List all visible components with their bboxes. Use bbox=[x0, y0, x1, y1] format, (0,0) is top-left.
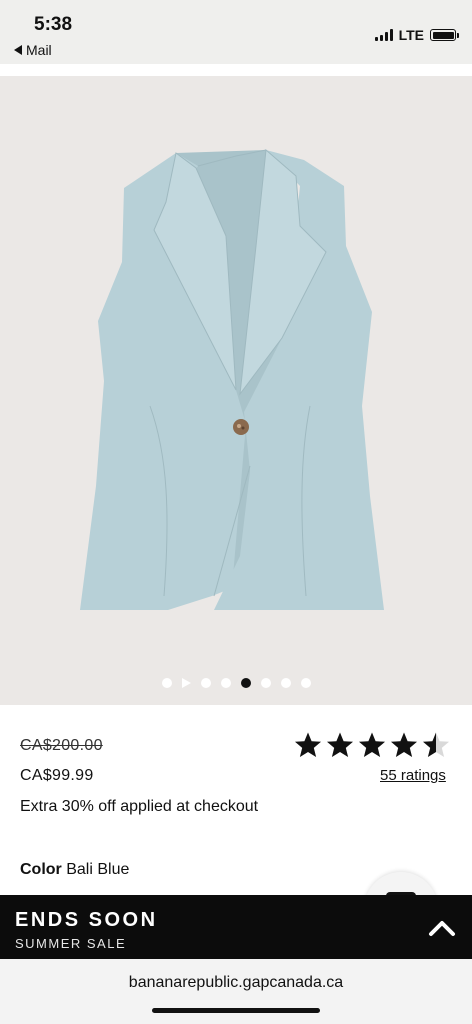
color-selection-label: Color Bali Blue bbox=[20, 861, 129, 879]
star-icon bbox=[359, 732, 385, 757]
top-divider bbox=[0, 64, 472, 76]
cellular-signal-icon bbox=[374, 29, 393, 41]
star-icon bbox=[327, 732, 353, 757]
original-price: CA$200.00 bbox=[20, 737, 103, 754]
sale-banner-subtitle: SUMMER SALE bbox=[15, 936, 127, 951]
carousel-dot[interactable] bbox=[161, 678, 172, 688]
promo-message: Extra 30% off applied at checkout bbox=[20, 798, 259, 815]
rating-stars[interactable] bbox=[294, 731, 450, 759]
carousel-video-dot[interactable] bbox=[181, 678, 191, 688]
star-icon bbox=[423, 732, 449, 757]
color-label: Color bbox=[20, 861, 62, 878]
ratings-link[interactable]: 55 ratings bbox=[380, 767, 446, 784]
battery-icon bbox=[430, 29, 459, 41]
vest-illustration bbox=[80, 148, 384, 610]
home-indicator bbox=[152, 1008, 320, 1013]
color-value: Bali Blue bbox=[66, 861, 130, 878]
network-type: LTE bbox=[398, 27, 424, 43]
sale-price: CA$99.99 bbox=[20, 767, 94, 784]
chevron-up-icon[interactable] bbox=[428, 915, 456, 939]
sale-banner-title: ENDS SOON bbox=[15, 909, 158, 931]
vest-button bbox=[233, 419, 249, 435]
url-text[interactable]: bananarepublic.gapcanada.ca bbox=[0, 974, 472, 992]
product-image[interactable] bbox=[0, 76, 472, 705]
back-triangle-icon bbox=[14, 45, 22, 55]
star-icon bbox=[295, 732, 321, 757]
carousel-dot[interactable] bbox=[260, 678, 271, 688]
carousel-dot[interactable] bbox=[200, 678, 211, 688]
image-carousel-dots[interactable] bbox=[0, 676, 472, 690]
status-bar: 5:38 Mail LTE bbox=[0, 0, 472, 64]
status-time: 5:38 bbox=[34, 14, 73, 35]
sale-banner[interactable]: ENDS SOON SUMMER SALE bbox=[0, 895, 472, 959]
back-to-mail-button[interactable]: Mail bbox=[14, 42, 52, 58]
carousel-dot[interactable] bbox=[300, 678, 311, 688]
browser-url-bar[interactable]: bananarepublic.gapcanada.ca bbox=[0, 959, 472, 1024]
carousel-dot[interactable] bbox=[280, 678, 291, 688]
back-app-label: Mail bbox=[26, 42, 52, 58]
status-indicators: LTE bbox=[374, 27, 459, 43]
carousel-dot[interactable] bbox=[240, 678, 251, 688]
star-icon bbox=[391, 732, 417, 757]
carousel-dot[interactable] bbox=[220, 678, 231, 688]
